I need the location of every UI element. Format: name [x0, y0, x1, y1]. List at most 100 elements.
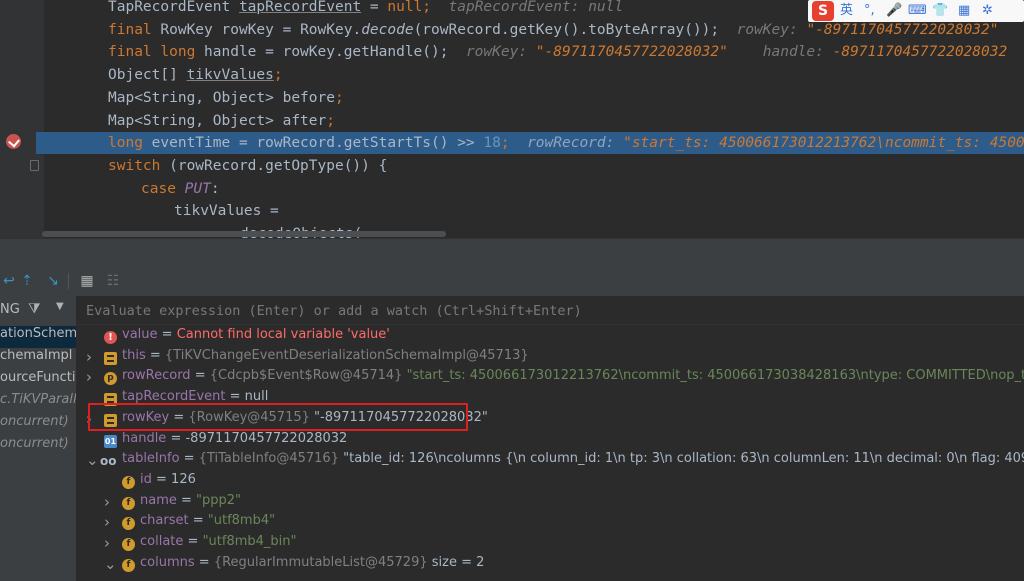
stack-frame[interactable]: oncurrent) — [0, 414, 76, 436]
panel-splitter[interactable] — [0, 238, 1024, 267]
code-line[interactable]: switch (rowRecord.getOpType()) { — [0, 155, 1024, 177]
inline-debug-value: "start_ts: 450066173012213762\ncommit_ts… — [623, 135, 1024, 152]
code-token: long — [108, 135, 152, 152]
editor-horizontal-scrollbar[interactable] — [42, 231, 446, 237]
chevron-down-icon[interactable]: ▼ — [56, 301, 64, 312]
code-line[interactable]: Map<String, Object> after; — [0, 110, 1024, 132]
code-text: Object[] tikvValues; — [108, 64, 283, 86]
ime-language-toggle[interactable]: 英 — [840, 2, 853, 20]
variable-equals: = — [179, 451, 199, 467]
ime-voice-icon[interactable]: 🎤 — [886, 2, 902, 20]
step-over-icon[interactable]: ↩ — [0, 272, 18, 290]
variable-text: charset = "utf8mb4" — [140, 513, 275, 528]
ime-punctuation-icon[interactable]: °, — [864, 2, 875, 20]
code-token: null — [387, 0, 423, 15]
code-token: Map<String, Object> before — [108, 89, 335, 106]
variable-text: tapRecordEvent = null — [122, 389, 268, 404]
chevron-right-icon[interactable]: › — [104, 534, 110, 552]
variable-row[interactable]: ⌄ f columns = {RegularImmutableList@45729}… — [76, 555, 1024, 576]
breakpoint-icon[interactable] — [6, 134, 21, 149]
chevron-right-icon[interactable]: › — [104, 493, 110, 511]
parameter-icon: p — [104, 372, 117, 386]
code-text: final long handle = rowKey.getHandle(); … — [108, 41, 1007, 63]
variable-value: Cannot find local variable 'value' — [176, 327, 390, 342]
variable-text: columns = {RegularImmutableList@45729} s… — [140, 555, 484, 570]
ime-toolbox-icon[interactable]: ▦ — [958, 2, 970, 20]
ime-toolbar[interactable]: S 英 °, 🎤 ⌨ 👕 ▦ ✲ — [808, 0, 1024, 22]
variable-equals: = — [188, 513, 208, 529]
code-token: tapRecordEvent — [238, 0, 362, 15]
inline-debug-value: -8971170457722028032 — [832, 44, 1008, 61]
code-line-current[interactable]: long eventTime = rowRecord.getStartTs() … — [36, 132, 1024, 155]
code-token: case — [141, 180, 185, 197]
variable-row[interactable]: ⌄ oo tableInfo = {TiTableInfo@45716} "tabl… — [76, 451, 1024, 472]
stack-frame[interactable]: chemaImpl (o — [0, 348, 76, 370]
code-token: : — [210, 180, 220, 197]
inline-debug-value: rowRecord: — [527, 135, 624, 152]
sogou-logo-icon[interactable]: S — [812, 1, 834, 21]
debugger-toolbar: ↩ ⇡ ↘ ▦ ☷ — [0, 266, 1024, 297]
code-line[interactable]: final long handle = rowKey.getHandle(); … — [0, 41, 1024, 63]
chevron-down-icon[interactable]: ⌄ — [86, 451, 99, 469]
final-field-icon: f — [122, 475, 135, 489]
code-token: final — [108, 21, 161, 38]
variable-row[interactable]: 01 handle = -8971170457722028032 — [76, 431, 1024, 452]
stack-frame[interactable]: c.TiKVParallel — [0, 392, 76, 414]
variable-text: collate = "utf8mb4_bin" — [140, 534, 297, 549]
variable-value: "ppp2" — [196, 492, 242, 508]
variable-value: size = 2 — [427, 554, 485, 570]
variable-row[interactable]: ! value = Cannot find local variable 'val… — [76, 327, 1024, 348]
variable-equals: = — [176, 492, 197, 508]
filter-icon[interactable]: ⧩ — [28, 301, 41, 317]
ime-keyboard-icon[interactable]: ⌨ — [908, 2, 927, 20]
variable-text: handle = -8971170457722028032 — [122, 431, 347, 446]
variable-row[interactable]: › this = {TiKVChangeEventDeserializationS… — [76, 348, 1024, 369]
table-icon[interactable]: ▦ — [78, 272, 96, 290]
code-text: case PUT: — [141, 178, 220, 200]
streams-icon[interactable]: ☷ — [104, 272, 122, 290]
variable-row[interactable]: › p rowRecord = {Cdcpb$Event$Row@45714} "s… — [76, 368, 1024, 389]
variable-value: 126 — [171, 471, 196, 487]
code-token: eventTime = rowRecord.getStartTs() >> — [151, 135, 484, 152]
variable-equals: = — [166, 430, 186, 446]
variable-row[interactable]: › f name = "ppp2" — [76, 493, 1024, 514]
step-out-icon[interactable]: ↘ — [44, 272, 62, 290]
variable-name: tableInfo — [122, 451, 180, 467]
variable-name: name — [140, 492, 177, 508]
ime-settings-icon[interactable]: ✲ — [982, 2, 993, 20]
variable-row[interactable]: f id = 126 — [76, 472, 1024, 493]
variable-text: value = Cannot find local variable 'valu… — [122, 327, 390, 342]
code-line[interactable]: Object[] tikvValues; — [0, 64, 1024, 86]
code-text: long eventTime = rowRecord.getStartTs() … — [108, 132, 1024, 154]
frames-filter-bar: NG ⧩ ▼ — [0, 298, 76, 324]
code-token: ; — [334, 89, 344, 106]
code-line[interactable]: Map<String, Object> before; — [0, 87, 1024, 109]
step-into-icon[interactable]: ⇡ — [18, 272, 36, 290]
thread-label[interactable]: NG — [0, 302, 20, 317]
ime-skin-icon[interactable]: 👕 — [932, 2, 948, 20]
code-text: TapRecordEvent tapRecordEvent = null; ta… — [108, 0, 623, 18]
stack-frame[interactable]: ourceFunctio — [0, 370, 76, 392]
evaluate-expression-input[interactable] — [84, 299, 1018, 323]
chevron-right-icon[interactable]: › — [86, 348, 92, 366]
chevron-down-icon[interactable]: ⌄ — [104, 555, 117, 573]
code-line[interactable]: tikvValues = — [0, 200, 1024, 222]
code-token: ; — [326, 112, 335, 129]
field-icon — [104, 351, 117, 365]
watch-bar — [76, 296, 1024, 325]
variable-row[interactable]: › f charset = "utf8mb4" — [76, 513, 1024, 534]
final-field-icon: f — [122, 517, 135, 531]
variable-name: handle — [122, 430, 167, 446]
stack-frame[interactable]: ationSchema — [0, 326, 76, 348]
code-text: Map<String, Object> after; — [108, 110, 335, 132]
code-editor[interactable]: TapRecordEvent tapRecordEvent = null; ta… — [0, 0, 1024, 238]
variable-equals: = — [183, 534, 203, 549]
chevron-right-icon[interactable]: › — [86, 368, 92, 386]
code-line[interactable]: case PUT: — [0, 178, 1024, 200]
fold-marker-icon[interactable] — [30, 160, 39, 171]
variable-row[interactable]: › f collate = "utf8mb4_bin" — [76, 534, 1024, 555]
variable-equals: = — [190, 368, 210, 384]
chevron-right-icon[interactable]: › — [104, 513, 110, 531]
stack-frame[interactable]: oncurrent) — [0, 436, 76, 458]
code-text: Map<String, Object> before; — [108, 87, 344, 109]
